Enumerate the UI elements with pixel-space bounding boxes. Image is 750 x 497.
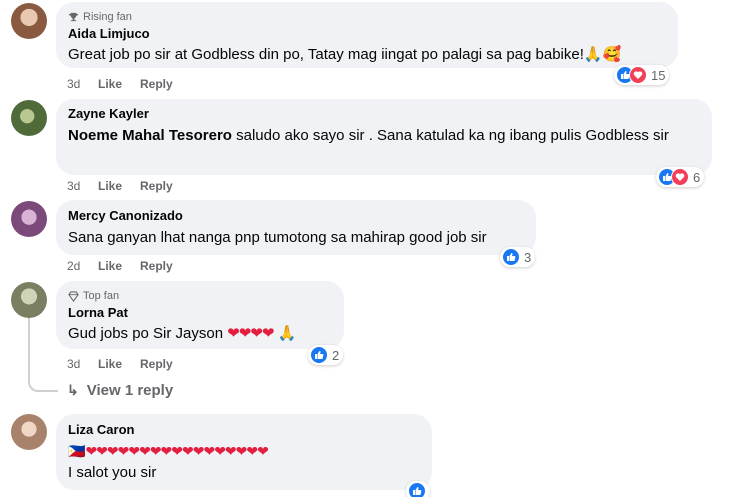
comment-body: saludo ako sayo sir . Sana katulad ka ng… [231, 127, 669, 144]
reply-arrow-icon: ↳ [67, 382, 79, 398]
reply-button[interactable]: Reply [140, 357, 173, 371]
emoji: 🙏🥰 [583, 46, 622, 63]
reply-button[interactable]: Reply [140, 179, 173, 193]
love-reaction-icon [629, 66, 647, 84]
reaction-summary[interactable]: 2 [308, 345, 344, 365]
badge-label: Rising fan [83, 11, 132, 23]
comment-body: Great job po sir at Godbless din po, Tat… [68, 46, 584, 63]
reaction-count: 15 [651, 67, 666, 83]
avatar[interactable] [11, 282, 47, 318]
badge-label: Top fan [83, 290, 120, 302]
like-reaction-icon [408, 482, 426, 497]
timestamp[interactable]: 3d [67, 357, 98, 371]
philippines-flag-emoji: 🇵🇭 [68, 443, 86, 459]
comment-actions: 3d Like Reply [67, 77, 173, 91]
trophy-icon [68, 12, 79, 21]
comment-text: I salot you sir [68, 464, 157, 481]
like-reaction-icon [310, 346, 328, 364]
commenter-name[interactable]: Lorna Pat [68, 305, 332, 321]
rising-fan-badge: Rising fan [68, 10, 666, 24]
reaction-summary[interactable]: 3 [500, 247, 536, 267]
comment-bubble: Zayne Kayler Noeme Mahal Tesorero saludo… [56, 99, 712, 175]
timestamp[interactable]: 2d [67, 259, 98, 273]
like-button[interactable]: Like [98, 179, 140, 193]
hearts-emoji: ❤❤❤❤❤❤❤❤❤❤❤❤❤❤❤❤❤ [85, 443, 268, 459]
love-reaction-icon [671, 168, 689, 186]
avatar[interactable] [11, 201, 47, 237]
comment-actions: 3d Like Reply [67, 179, 173, 193]
reaction-summary[interactable]: 15 [614, 65, 670, 85]
commenter-name[interactable]: Zayne Kayler [68, 106, 700, 122]
comment-text: Great job po sir at Godbless din po, Tat… [68, 44, 666, 65]
comment-actions: 3d Like Reply [67, 357, 173, 371]
like-reaction-icon [502, 248, 520, 266]
like-button[interactable]: Like [98, 77, 140, 91]
reaction-summary[interactable] [406, 481, 430, 497]
comment-actions: 2d Like Reply [67, 259, 173, 273]
comment-text: Sana ganyan lhat nanga pnp tumotong sa m… [68, 229, 487, 246]
like-button[interactable]: Like [98, 259, 140, 273]
reaction-count: 3 [524, 249, 532, 265]
like-button[interactable]: Like [98, 357, 140, 371]
reaction-summary[interactable]: 6 [656, 167, 705, 187]
reaction-count: 2 [332, 347, 340, 363]
avatar[interactable] [11, 3, 47, 39]
emoji: 🙏 [277, 325, 297, 342]
comment-bubble: Rising fan Aida Limjuco Great job po sir… [56, 2, 678, 68]
timestamp[interactable]: 3d [67, 179, 98, 193]
reply-button[interactable]: Reply [140, 259, 173, 273]
comment-body: Gud jobs po Sir Jayson [68, 325, 224, 342]
diamond-icon [68, 290, 79, 302]
avatar[interactable] [11, 414, 47, 450]
reply-button[interactable]: Reply [140, 77, 173, 91]
view-replies-label: View 1 reply [86, 382, 174, 399]
comment-text: Gud jobs po Sir Jayson ❤❤❤❤ 🙏 [68, 323, 332, 344]
comment-bubble: Top fan Lorna Pat Gud jobs po Sir Jayson… [56, 281, 344, 349]
timestamp[interactable]: 3d [67, 77, 98, 91]
hearts-emoji: ❤❤❤❤ [227, 325, 274, 342]
commenter-name[interactable]: Liza Caron [68, 422, 420, 438]
avatar[interactable] [11, 100, 47, 136]
comment-bubble: Liza Caron 🇵🇭❤❤❤❤❤❤❤❤❤❤❤❤❤❤❤❤❤ I salot y… [56, 414, 432, 490]
reply-thread-line [28, 318, 58, 392]
top-fan-badge: Top fan [68, 289, 332, 303]
comment-hearts-line: 🇵🇭❤❤❤❤❤❤❤❤❤❤❤❤❤❤❤❤❤ [68, 441, 420, 462]
reaction-count: 6 [693, 169, 701, 185]
mentioned-user[interactable]: Noeme Mahal Tesorero [68, 127, 232, 144]
commenter-name[interactable]: Aida Limjuco [68, 26, 666, 42]
comment-text: Noeme Mahal Tesorero saludo ako sayo sir… [68, 125, 700, 146]
view-replies-link[interactable]: ↳ View 1 reply [67, 382, 173, 399]
commenter-name[interactable]: Mercy Canonizado [68, 208, 524, 224]
comment-bubble: Mercy Canonizado Sana ganyan lhat nanga … [56, 200, 536, 255]
